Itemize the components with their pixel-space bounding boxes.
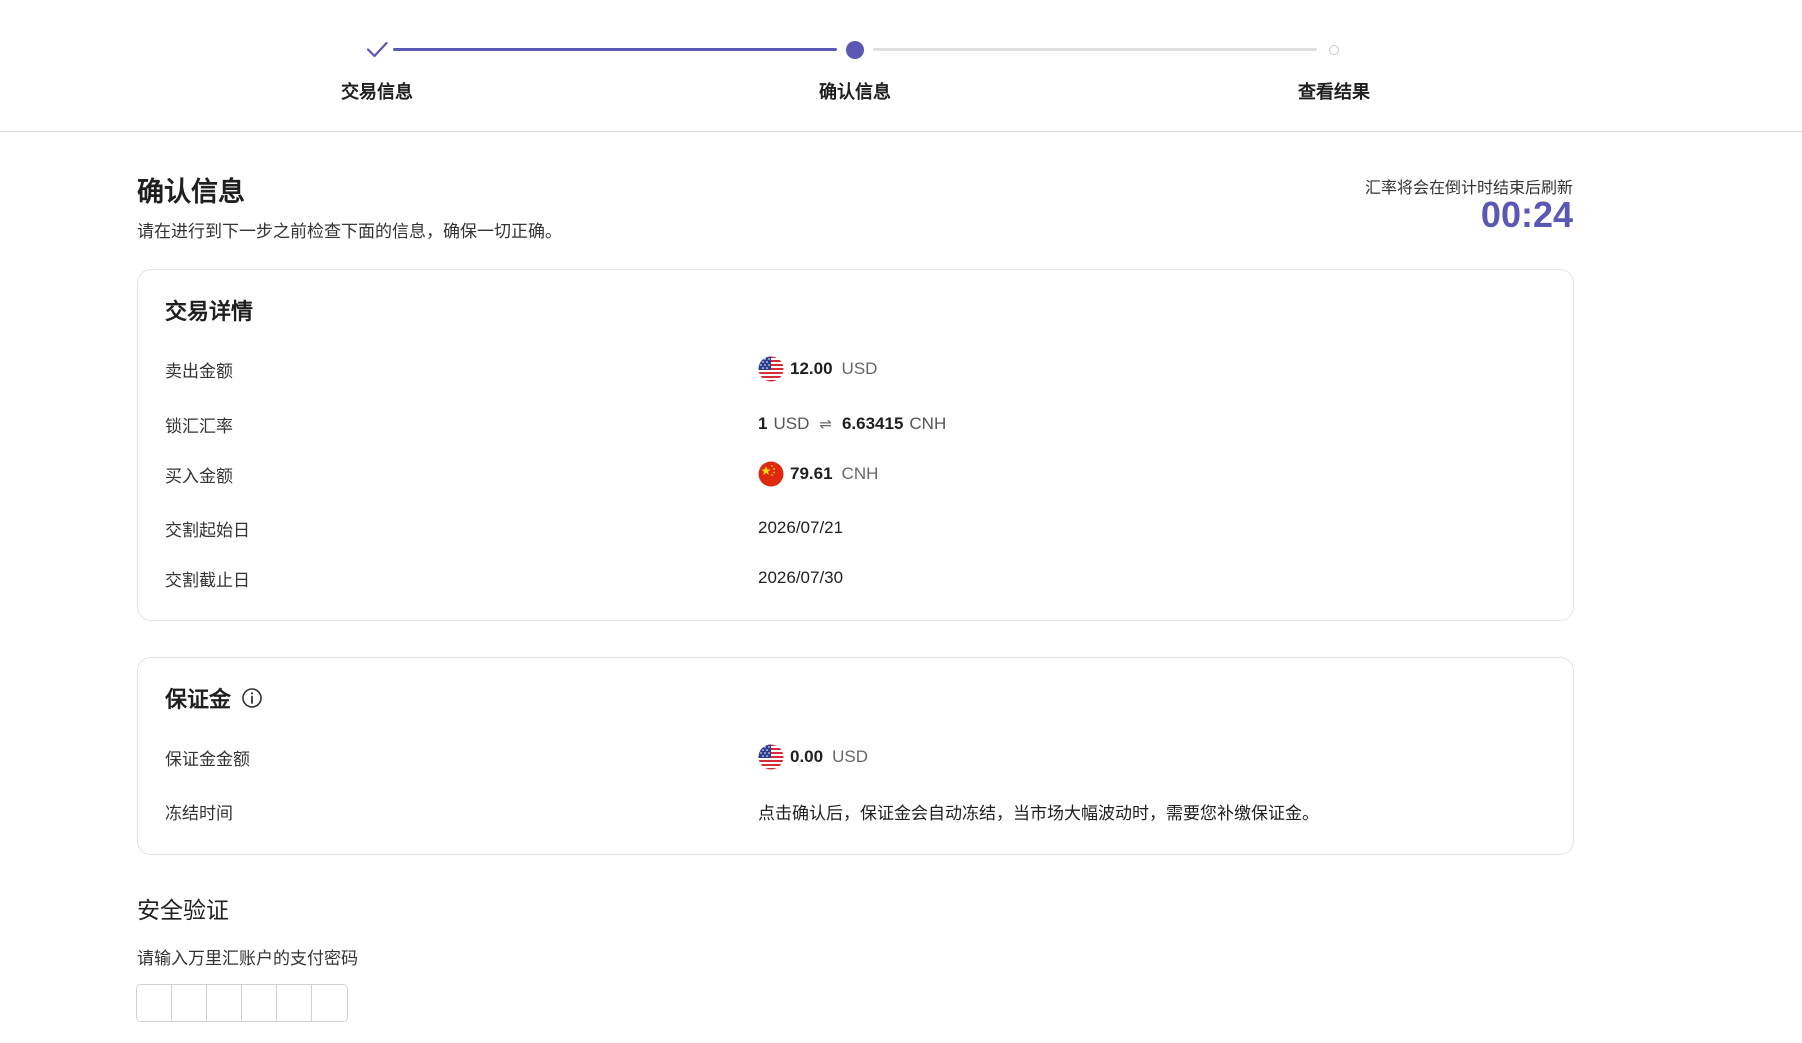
freeze-time-row: 冻结时间 点击确认后，保证金会自动冻结，当市场大幅波动时，需要您补缴保证金。 (165, 796, 1546, 826)
delivery-end-row: 交割截止日 2026/07/30 (165, 563, 1546, 593)
step-label-view-result: 查看结果 (1298, 82, 1370, 102)
pin-digit-box[interactable] (172, 985, 207, 1021)
us-flag-icon (758, 744, 784, 770)
row-label: 交割截止日 (165, 570, 250, 590)
row-label: 交割起始日 (165, 520, 250, 540)
card-title: 交易详情 (165, 299, 254, 324)
stepper-line-pending (873, 48, 1317, 51)
pin-digit-box[interactable] (207, 985, 242, 1021)
page-title: 确认信息 (137, 177, 245, 207)
progress-stepper: 交易信息 确认信息 查看结果 (0, 0, 1802, 132)
row-label: 锁汇汇率 (165, 416, 233, 436)
security-description: 请输入万里汇账户的支付密码 (137, 949, 358, 968)
row-value: 79.61 CNH (758, 461, 878, 487)
stepper-line-complete (393, 48, 837, 51)
delivery-start-row: 交割起始日 2026/07/21 (165, 513, 1546, 543)
row-label: 卖出金额 (165, 361, 233, 381)
pending-step-dot (1329, 45, 1339, 55)
page-subtitle: 请在进行到下一步之前检查下面的信息，确保一切正确。 (137, 222, 562, 241)
row-label: 保证金金额 (165, 749, 250, 769)
margin-amount-row: 保证金金额 0.00 USD (165, 742, 1546, 772)
delivery-start-date: 2026/07/21 (758, 518, 844, 537)
margin-card: 保证金 保证金金额 0.00 USD 冻结时间 点击确认后，保证金会自动冻结，当… (137, 657, 1574, 855)
row-label: 冻结时间 (165, 803, 233, 823)
row-value: 1 USD ⇌ 6.63415 CNH (758, 414, 946, 434)
rate-quote-number: 6.63415 (841, 414, 904, 433)
cn-flag-icon (758, 461, 784, 487)
buy-amount-row: 买入金额 79.61 CNH (165, 459, 1546, 489)
card-title: 保证金 (165, 687, 232, 712)
pin-digit-box[interactable] (242, 985, 277, 1021)
lock-rate-row: 锁汇汇率 1 USD ⇌ 6.63415 CNH (165, 409, 1546, 439)
rate-base-number: 1 (758, 414, 768, 433)
us-flag-icon (758, 356, 784, 382)
delivery-end-date: 2026/07/30 (758, 568, 844, 587)
step-label-trade-info: 交易信息 (341, 82, 413, 102)
rate-quote-currency: CNH (909, 414, 947, 433)
card-title-row: 保证金 (165, 682, 263, 714)
step-label-confirm-info: 确认信息 (819, 82, 891, 102)
sell-currency: USD (841, 359, 878, 378)
security-title: 安全验证 (137, 897, 229, 923)
rate-base-currency: USD (773, 414, 810, 433)
margin-amount: 0.00 (790, 747, 824, 766)
sell-amount: 12.00 (790, 359, 833, 378)
freeze-time-description: 点击确认后，保证金会自动冻结，当市场大幅波动时，需要您补缴保证金。 (758, 803, 1319, 823)
buy-amount: 79.61 (790, 464, 833, 483)
pin-digit-box[interactable] (137, 985, 172, 1021)
buy-currency: CNH (841, 464, 879, 483)
info-icon[interactable] (241, 687, 263, 709)
row-value: 0.00 USD (758, 744, 868, 770)
current-step-dot (846, 41, 864, 59)
trade-details-card: 交易详情 卖出金额 12.00 USD 锁汇汇率 1 USD ⇌ 6.63415… (137, 269, 1574, 621)
pin-digit-box[interactable] (277, 985, 312, 1021)
row-label: 买入金额 (165, 466, 233, 486)
check-icon (364, 36, 390, 62)
pin-digit-box[interactable] (312, 985, 347, 1021)
exchange-arrows-icon: ⇌ (819, 416, 832, 433)
countdown-timer: 00:24 (1480, 194, 1573, 235)
margin-currency: USD (832, 747, 868, 766)
payment-password-input[interactable] (136, 984, 348, 1022)
sell-amount-row: 卖出金额 12.00 USD (165, 354, 1546, 384)
row-value: 12.00 USD (758, 356, 877, 382)
